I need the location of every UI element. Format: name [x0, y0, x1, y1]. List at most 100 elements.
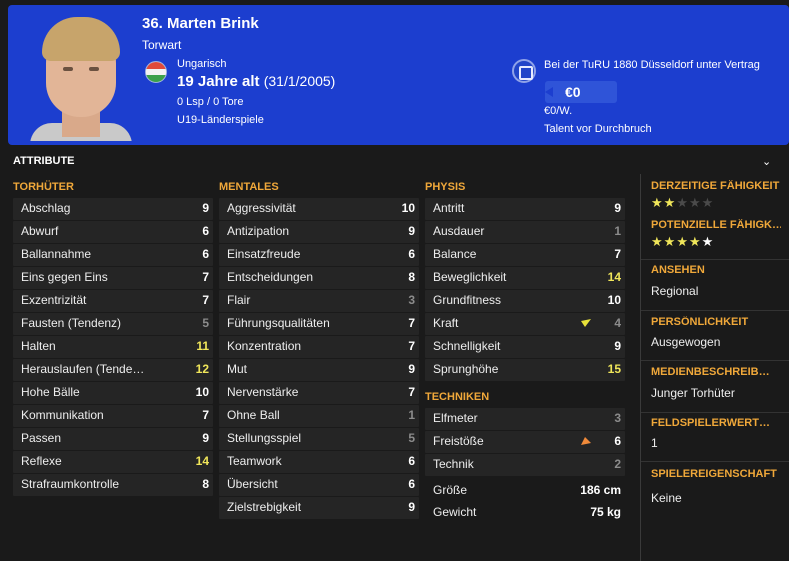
attribute-row[interactable]: Exzentrizität 7 [13, 290, 213, 312]
attribute-value: 9 [202, 431, 209, 445]
star-icon: ★ [663, 195, 677, 210]
attribute-row[interactable]: Teamwork 6 [219, 451, 419, 473]
attribute-row[interactable]: Hohe Bälle 10 [13, 382, 213, 404]
attribute-value: 10 [607, 293, 621, 307]
attribute-row[interactable]: Sprunghöhe 15 [425, 359, 625, 381]
personality-value: Ausgewogen [651, 335, 721, 349]
height-value: 186 cm [580, 483, 621, 497]
attribute-label: Ballannahme [21, 247, 92, 261]
attribute-row[interactable]: Antritt 9 [425, 198, 625, 220]
attribute-row[interactable]: Fausten (Tendenz) 5 [13, 313, 213, 335]
attribute-row[interactable]: Einsatzfreude 6 [219, 244, 419, 266]
contract-status[interactable]: Bei der TuRU 1880 Düsseldorf unter Vertr… [544, 59, 760, 71]
technical-heading: TECHNIKEN [425, 391, 490, 403]
hungary-flag-icon[interactable] [145, 61, 167, 83]
attribute-row[interactable]: Schnelligkeit 9 [425, 336, 625, 358]
attribute-row[interactable]: Strafraumkontrolle 8 [13, 474, 213, 496]
current-ability-heading: DERZEITIGE FÄHIGKEIT [651, 180, 780, 192]
attribute-row[interactable]: Antizipation 9 [219, 221, 419, 243]
goalkeeping-heading: TORHÜTER [13, 181, 74, 193]
attribute-row[interactable]: Flair 3 [219, 290, 419, 312]
attribute-row[interactable]: Elfmeter 3 [425, 408, 625, 430]
current-ability-stars[interactable]: ★★★★★ [651, 195, 714, 211]
attribute-label: Fausten (Tendenz) [21, 316, 122, 330]
potential-ability-stars[interactable]: ★★★★★ [651, 234, 714, 250]
attribute-row[interactable]: Übersicht 6 [219, 474, 419, 496]
attribute-label: Grundfitness [433, 293, 502, 307]
attribute-row[interactable]: Konzentration 7 [219, 336, 419, 358]
media-value: Junger Torhüter [651, 386, 735, 400]
divider [641, 360, 789, 361]
attribute-row[interactable]: Grundfitness 10 [425, 290, 625, 312]
attribute-row[interactable]: Freistöße 6 [425, 431, 625, 453]
club-crest-icon[interactable] [512, 59, 536, 83]
attribute-row[interactable]: Stellungsspiel 5 [219, 428, 419, 450]
attribute-row[interactable]: Halten 11 [13, 336, 213, 358]
star-icon: ★ [676, 234, 689, 249]
attribute-value: 1 [614, 224, 621, 238]
attribute-label: Strafraumkontrolle [21, 477, 120, 491]
attribute-row[interactable]: Mut 9 [219, 359, 419, 381]
nationality: Ungarisch [177, 58, 227, 70]
attributes-title: ATTRIBUTE [13, 155, 75, 167]
star-icon: ★ [651, 195, 664, 210]
attribute-value: 9 [202, 201, 209, 215]
attribute-row[interactable]: Abwurf 6 [13, 221, 213, 243]
attribute-row[interactable]: Kraft 4 [425, 313, 625, 335]
attribute-value: 7 [408, 385, 415, 399]
chevron-down-icon[interactable]: ⌄ [762, 155, 771, 168]
attribute-row[interactable]: Technik 2 [425, 454, 625, 476]
attribute-value: 3 [614, 411, 621, 425]
star-icon: ★ [701, 234, 715, 249]
attribute-row[interactable]: Abschlag 9 [13, 198, 213, 220]
weight-row: Gewicht 75 kg [425, 502, 625, 524]
attribute-value: 10 [401, 201, 415, 215]
attribute-row[interactable]: Ohne Ball 1 [219, 405, 419, 427]
age: 19 Jahre alt (31/1/2005) [177, 73, 335, 90]
attribute-row[interactable]: Passen 9 [13, 428, 213, 450]
potential-ability-heading: POTENZIELLE FÄHIGK… [651, 219, 781, 231]
attribute-label: Balance [433, 247, 477, 261]
date-of-birth: (31/1/2005) [263, 73, 336, 89]
reputation-value: Regional [651, 284, 699, 298]
attribute-label: Aggressivität [227, 201, 296, 215]
attribute-value: 5 [202, 316, 209, 330]
weight-value: 75 kg [590, 505, 621, 519]
attribute-label: Zielstrebigkeit [227, 500, 302, 514]
attribute-row[interactable]: Entscheidungen 8 [219, 267, 419, 289]
attribute-row[interactable]: Führungsqualitäten 7 [219, 313, 419, 335]
divider [641, 310, 789, 311]
physical-heading: PHYSIS [425, 181, 466, 193]
attribute-value: 9 [614, 339, 621, 353]
height-row: Größe 186 cm [425, 480, 625, 502]
attribute-row[interactable]: Nervenstärke 7 [219, 382, 419, 404]
attribute-row[interactable]: Beweglichkeit 14 [425, 267, 625, 289]
attribute-value: 15 [607, 362, 621, 376]
attribute-row[interactable]: Eins gegen Eins 7 [13, 267, 213, 289]
weight-label: Gewicht [433, 505, 477, 519]
attribute-row[interactable]: Reflexe 14 [13, 451, 213, 473]
attributes-bar[interactable]: ATTRIBUTE ⌄ [0, 150, 789, 174]
attribute-row[interactable]: Ballannahme 6 [13, 244, 213, 266]
attribute-value: 6 [408, 454, 415, 468]
attribute-row[interactable]: Ausdauer 1 [425, 221, 625, 243]
attribute-value: 14 [195, 454, 209, 468]
attribute-row[interactable]: Herauslaufen (Tende… 12 [13, 359, 213, 381]
age-years: 19 Jahre alt [177, 73, 260, 90]
attribute-row[interactable]: Aggressivität 10 [219, 198, 419, 220]
attribute-label: Antritt [433, 201, 465, 215]
attribute-label: Kommunikation [21, 408, 104, 422]
outfield-heading: FELDSPIELERWERT… [651, 417, 770, 429]
trend-up-icon [581, 319, 591, 327]
attribute-label: Eins gegen Eins [21, 270, 108, 284]
attribute-row[interactable]: Kommunikation 7 [13, 405, 213, 427]
attribute-row[interactable]: Balance 7 [425, 244, 625, 266]
player-photo [30, 11, 132, 141]
attribute-value: 10 [195, 385, 209, 399]
youth-caps[interactable]: U19-Länderspiele [177, 114, 264, 126]
attribute-label: Einsatzfreude [227, 247, 301, 261]
attribute-row[interactable]: Zielstrebigkeit 9 [219, 497, 419, 519]
attribute-label: Sprunghöhe [433, 362, 499, 376]
attribute-label: Antizipation [227, 224, 290, 238]
attribute-label: Herauslaufen (Tende… [21, 362, 145, 376]
